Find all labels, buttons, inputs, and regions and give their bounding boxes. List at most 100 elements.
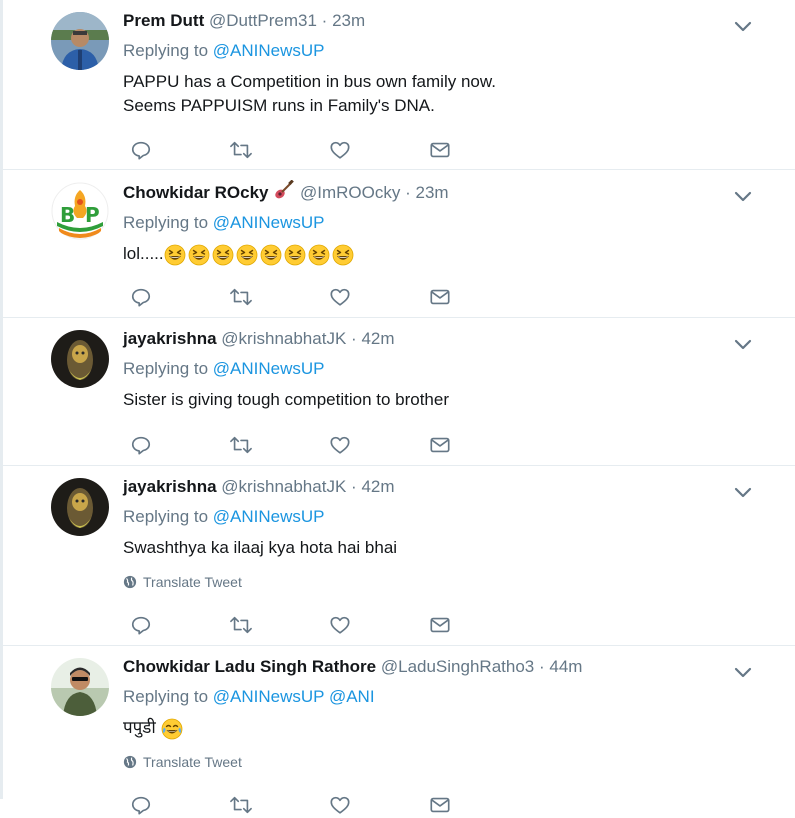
replying-to: Replying to @ANINewsUP (123, 358, 765, 380)
user-handle[interactable]: @krishnabhatJK (221, 477, 346, 496)
chevron-down-icon[interactable] (733, 334, 753, 354)
replying-to: Replying to @ANINewsUP (123, 506, 765, 528)
avatar[interactable] (51, 478, 109, 536)
mention-link[interactable]: @ANINewsUP (213, 41, 325, 60)
translate-tweet-link[interactable]: Translate Tweet (123, 574, 765, 590)
retweet-icon[interactable] (228, 284, 254, 310)
tweet-actions (128, 432, 458, 458)
tweet[interactable]: Chowkidar Ladu Singh Rathore @LaduSinghR… (3, 646, 795, 815)
display-name[interactable]: Prem Dutt (123, 11, 204, 30)
translate-label: Translate Tweet (143, 754, 242, 770)
direct-message-icon[interactable] (427, 792, 453, 818)
user-handle[interactable]: @LaduSinghRatho3 (381, 657, 534, 676)
like-icon[interactable] (327, 137, 353, 163)
user-handle[interactable]: @krishnabhatJK (221, 329, 346, 348)
mention-link[interactable]: @ANINewsUP (213, 359, 325, 378)
like-icon[interactable] (327, 612, 353, 638)
direct-message-icon[interactable] (427, 432, 453, 458)
mention-link[interactable]: @ANINewsUP (213, 213, 325, 232)
reply-icon[interactable] (128, 137, 154, 163)
tweet-actions (128, 137, 458, 163)
chevron-down-icon[interactable] (733, 662, 753, 682)
replying-to-label: Replying to (123, 687, 209, 706)
tweet[interactable]: jayakrishna @krishnabhatJK · 42m Replyin… (3, 466, 795, 646)
separator-dot: · (538, 657, 545, 676)
reply-icon[interactable] (128, 612, 154, 638)
direct-message-icon[interactable] (427, 284, 453, 310)
user-handle[interactable]: @DuttPrem31 (209, 11, 317, 30)
timestamp[interactable]: 42m (361, 329, 394, 348)
translate-label: Translate Tweet (143, 574, 242, 590)
retweet-icon[interactable] (228, 432, 254, 458)
svg-text:B: B (60, 203, 75, 227)
grinning-squinting-face-emoji-icon (236, 244, 258, 265)
avatar[interactable] (51, 12, 109, 70)
avatar[interactable] (51, 658, 109, 716)
tweet-text: Sister is giving tough competition to br… (123, 390, 450, 409)
timestamp[interactable]: 23m (415, 183, 448, 202)
retweet-icon[interactable] (228, 612, 254, 638)
reply-icon[interactable] (128, 432, 154, 458)
translate-tweet-link[interactable]: Translate Tweet (123, 754, 765, 770)
tweet-actions (128, 284, 458, 310)
tweet-text-body: lol..... (123, 244, 164, 263)
replying-to-label: Replying to (123, 213, 209, 232)
separator-dot: · (351, 477, 357, 496)
like-icon[interactable] (327, 792, 353, 818)
chevron-down-icon[interactable] (733, 186, 753, 206)
mention-link[interactable]: @ANINewsUP (213, 687, 324, 706)
separator-dot: · (405, 183, 411, 202)
mention-link[interactable]: @ANINewsUP (213, 507, 325, 526)
tweet-text: PAPPU has a Competition in bus own famil… (123, 72, 496, 115)
tweet-actions (128, 792, 458, 818)
grinning-squinting-face-emoji-icon (308, 244, 330, 265)
display-name[interactable]: jayakrishna (123, 477, 217, 496)
avatar[interactable] (51, 330, 109, 388)
timestamp[interactable]: 23m (332, 11, 365, 30)
chevron-down-icon[interactable] (733, 482, 753, 502)
display-name[interactable]: Chowkidar ROcky (123, 183, 269, 202)
tears-of-joy-emoji-icon (161, 718, 182, 739)
timestamp[interactable]: 44m (549, 657, 582, 676)
replying-to-label: Replying to (123, 507, 209, 526)
retweet-icon[interactable] (228, 792, 254, 818)
grinning-squinting-face-emoji-icon (212, 244, 234, 265)
like-icon[interactable] (327, 284, 353, 310)
grinning-squinting-face-emoji-icon (332, 244, 354, 265)
tweet[interactable]: Prem Dutt @DuttPrem31 · 23m Replying to … (3, 0, 795, 170)
replying-to: Replying to @ANINewsUP @ANI (123, 686, 765, 708)
tweet[interactable]: B P Chowkidar ROcky @ImROOcky · 23m Repl… (3, 170, 795, 318)
tweet-text: lol..... (123, 242, 765, 266)
separator-dot: · (351, 329, 357, 348)
like-icon[interactable] (327, 432, 353, 458)
user-handle[interactable]: @ImROOcky (300, 183, 400, 202)
replying-to-label: Replying to (123, 359, 209, 378)
timestamp[interactable]: 42m (361, 477, 394, 496)
tweet-text-body: पपुडी (123, 718, 156, 738)
direct-message-icon[interactable] (427, 137, 453, 163)
reply-icon[interactable] (128, 792, 154, 818)
guitar-emoji-icon (275, 179, 295, 199)
replying-to: Replying to @ANINewsUP (123, 40, 765, 62)
grinning-squinting-face-emoji-icon (284, 244, 306, 265)
display-name[interactable]: jayakrishna (123, 329, 217, 348)
emoji-row (164, 244, 354, 266)
mention-link[interactable]: @ANI (329, 687, 375, 706)
grinning-squinting-face-emoji-icon (260, 244, 282, 265)
globe-icon (123, 575, 137, 589)
avatar[interactable]: B P (51, 182, 109, 240)
replying-to-label: Replying to (123, 41, 209, 60)
grinning-squinting-face-emoji-icon (164, 244, 186, 265)
replying-to: Replying to @ANINewsUP (123, 212, 765, 234)
direct-message-icon[interactable] (427, 612, 453, 638)
reply-icon[interactable] (128, 284, 154, 310)
grinning-squinting-face-emoji-icon (188, 244, 210, 265)
tweet-text: Swashthya ka ilaaj kya hota hai bhai (123, 538, 398, 557)
display-name[interactable]: Chowkidar Ladu Singh Rathore (123, 657, 376, 676)
separator-dot: · (321, 11, 328, 30)
globe-icon (123, 755, 137, 769)
retweet-icon[interactable] (228, 137, 254, 163)
chevron-down-icon[interactable] (733, 16, 753, 36)
tweet-actions (128, 612, 458, 638)
tweet[interactable]: jayakrishna @krishnabhatJK · 42m Replyin… (3, 318, 795, 466)
